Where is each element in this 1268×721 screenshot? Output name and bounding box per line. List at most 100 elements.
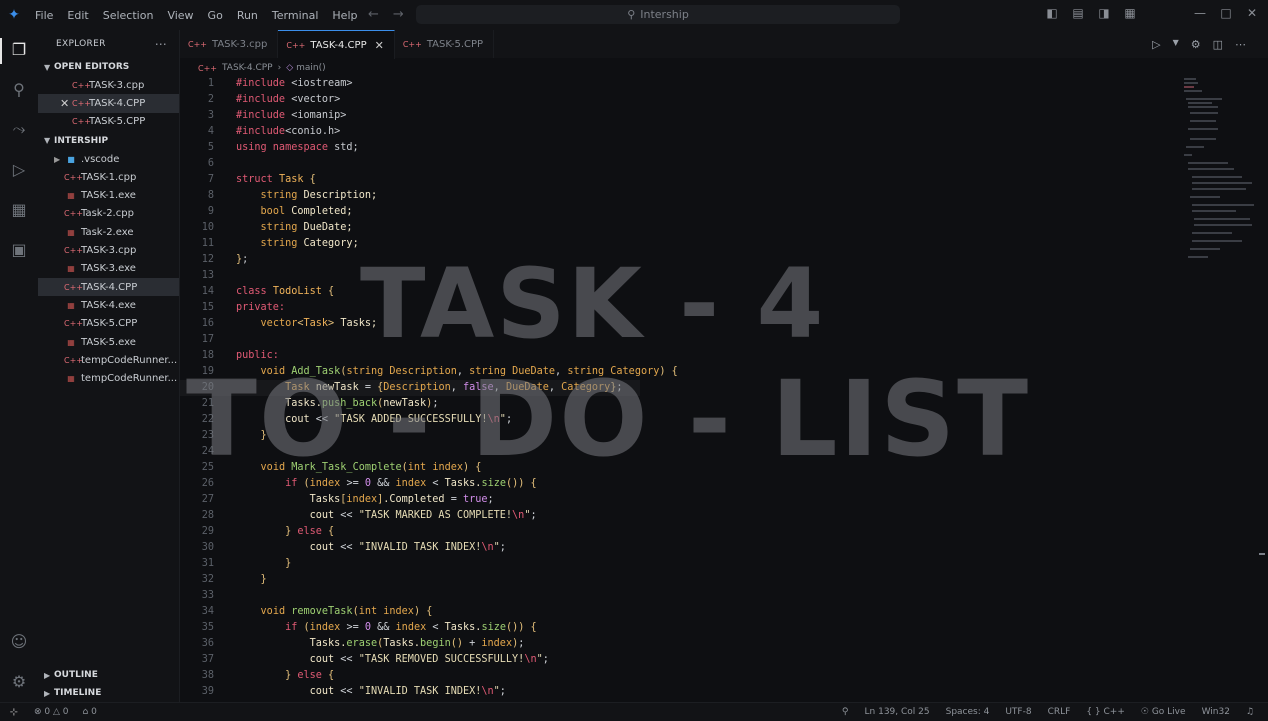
cpp-file-icon: C++ [188, 39, 207, 49]
end-of-line[interactable]: CRLF [1048, 707, 1071, 717]
remote-icon[interactable]: ⊹ [0, 703, 28, 721]
file-item[interactable]: C++ TASK-1.cpp [38, 168, 179, 186]
remote-explorer-icon[interactable]: ▣ [8, 238, 30, 260]
folder-icon: ■ [67, 154, 75, 164]
encoding[interactable]: UTF-8 [1005, 707, 1031, 717]
tab-label: TASK-4.CPP [310, 39, 367, 51]
back-arrow-icon[interactable]: ← [368, 7, 379, 22]
timeline-section[interactable]: ▶ TIMELINE [38, 684, 179, 702]
source-control-icon[interactable]: ⤳ [8, 118, 30, 140]
explorer-icon[interactable]: ❐ [8, 38, 30, 60]
code-line: 3 #include <iomanip> [207, 110, 347, 121]
open-editor-task3[interactable]: C++ TASK-3.cpp [38, 76, 179, 94]
code-line: 27 Tasks[index].Completed = true; [201, 494, 494, 505]
file-item[interactable]: ▦ TASK-4.exe [38, 296, 179, 314]
ports-indicator[interactable]: ⌂ 0 [83, 707, 97, 717]
file-item[interactable]: C++ Task-2.cpp [38, 205, 179, 223]
open-editor-task4[interactable]: ✕ C++ TASK-4.CPP [38, 94, 179, 113]
menu-selection[interactable]: Selection [96, 9, 161, 22]
close-window-icon[interactable]: ✕ [1246, 6, 1258, 20]
close-icon[interactable]: ✕ [60, 97, 69, 110]
minimap[interactable] [1180, 76, 1260, 276]
file-item[interactable]: ▦ tempCodeRunner... [38, 369, 179, 387]
customize-layout-icon[interactable]: ▦ [1124, 6, 1136, 20]
more-actions-icon[interactable]: ⋯ [1235, 38, 1246, 51]
account-icon[interactable]: ☺ [8, 630, 30, 652]
tab-task3[interactable]: C++ TASK-3.cpp [180, 30, 279, 58]
breadcrumb-file[interactable]: TASK-4.CPP [222, 63, 273, 73]
scrollbar-marker[interactable] [1259, 553, 1265, 555]
forward-arrow-icon[interactable]: → [393, 7, 404, 22]
status-bar: ⊹ ⊗ 0 △ 0 ⌂ 0 ⚲ Ln 139, Col 25 Spaces: 4… [0, 702, 1268, 721]
code-line: 36 Tasks.erase(Tasks.begin() + index); [201, 638, 525, 649]
file-item[interactable]: ▦ TASK-5.exe [38, 333, 179, 351]
cursor-position[interactable]: Ln 139, Col 25 [865, 707, 930, 717]
exe-file-icon: ▦ [67, 191, 75, 201]
exe-file-icon: ▦ [67, 337, 75, 347]
cpp-file-icon: C++ [64, 319, 83, 329]
chevron-down-icon[interactable]: ▼ [1173, 38, 1179, 51]
menu-run[interactable]: Run [230, 9, 265, 22]
toggle-sidebar-icon[interactable]: ◧ [1046, 6, 1058, 20]
open-editors-section[interactable]: ▼ OPEN EDITORS [38, 58, 179, 76]
more-actions-icon[interactable]: ⋯ [155, 37, 167, 51]
code-line: 30 cout << "INVALID TASK INDEX!\n"; [201, 542, 506, 553]
chevron-right-icon: ▶ [44, 670, 51, 680]
file-label: TASK-3.cpp [81, 245, 137, 257]
code-line: 2 #include <vector> [207, 94, 341, 105]
restore-icon[interactable]: □ [1220, 6, 1232, 20]
tab-task5[interactable]: C++ TASK-5.CPP [395, 30, 495, 58]
code-line: 12}; [201, 254, 249, 265]
open-editor-task5[interactable]: C++ TASK-5.CPP [38, 113, 179, 131]
toggle-secondary-sidebar-icon[interactable]: ◨ [1098, 6, 1110, 20]
folder-vscode[interactable]: ▶ ■ .vscode [38, 150, 179, 168]
menu-file[interactable]: File [28, 9, 60, 22]
toggle-panel-icon[interactable]: ▤ [1072, 6, 1084, 20]
close-tab-icon[interactable]: ✕ [375, 39, 384, 52]
warning-count: 0 [62, 707, 69, 717]
menu-go[interactable]: Go [201, 9, 230, 22]
language-mode[interactable]: { } C++ [1086, 707, 1125, 717]
file-label: tempCodeRunner... [81, 373, 178, 385]
settings-gear-icon[interactable]: ⚙ [8, 670, 30, 692]
breadcrumb-symbol[interactable]: main() [296, 63, 326, 73]
code-line: 39 cout << "INVALID TASK INDEX!\n"; [201, 686, 506, 697]
split-editor-icon[interactable]: ◫ [1213, 38, 1223, 51]
extensions-icon[interactable]: ▦ [8, 198, 30, 220]
code-line: 32 } [201, 574, 267, 585]
menu-help[interactable]: Help [325, 9, 364, 22]
cpp-file-icon: C++ [198, 63, 217, 73]
active-indicator [0, 38, 2, 64]
minimize-icon[interactable]: — [1194, 6, 1206, 20]
file-item[interactable]: ▦ TASK-3.exe [38, 260, 179, 278]
file-item[interactable]: ▦ TASK-1.exe [38, 186, 179, 204]
cpp-file-icon: C++ [64, 282, 83, 292]
search-view-icon[interactable]: ⚲ [8, 78, 30, 100]
code-line: 37 cout << "TASK REMOVED SUCCESSFULLY!\n… [201, 654, 549, 665]
command-center-search[interactable]: ⚲ Intership [416, 5, 900, 24]
folder-section[interactable]: ▼ INTERSHIP [38, 132, 179, 150]
exe-file-icon: ▦ [67, 264, 75, 274]
file-item[interactable]: C++ tempCodeRunner... [38, 351, 179, 369]
settings-gear-icon[interactable]: ⚙ [1191, 38, 1201, 51]
go-live-button[interactable]: ☉ Go Live [1141, 707, 1186, 717]
run-code-icon[interactable]: ▷ [1152, 38, 1160, 51]
breadcrumb: C++ TASK-4.CPP › ◇ main() [180, 59, 326, 77]
run-debug-icon[interactable]: ▷ [8, 158, 30, 180]
outline-section[interactable]: ▶ OUTLINE [38, 666, 179, 684]
platform[interactable]: Win32 [1202, 707, 1230, 717]
file-item[interactable]: ▦ Task-2.exe [38, 223, 179, 241]
tab-task4[interactable]: C++ TASK-4.CPP ✕ [278, 30, 395, 59]
code-line: 6 [207, 158, 214, 169]
file-item-selected[interactable]: C++ TASK-4.CPP [38, 277, 179, 297]
menu-edit[interactable]: Edit [60, 9, 95, 22]
menu-terminal[interactable]: Terminal [265, 9, 326, 22]
indentation[interactable]: Spaces: 4 [946, 707, 990, 717]
menu-view[interactable]: View [160, 9, 200, 22]
timeline-label: TIMELINE [54, 688, 102, 698]
problems-indicator[interactable]: ⊗ 0 △ 0 [34, 707, 69, 717]
file-item[interactable]: C++ TASK-5.CPP [38, 315, 179, 333]
zoom-icon[interactable]: ⚲ [842, 707, 849, 717]
file-item[interactable]: C++ TASK-3.cpp [38, 241, 179, 259]
notifications-bell-icon[interactable]: ♫ [1246, 707, 1254, 717]
